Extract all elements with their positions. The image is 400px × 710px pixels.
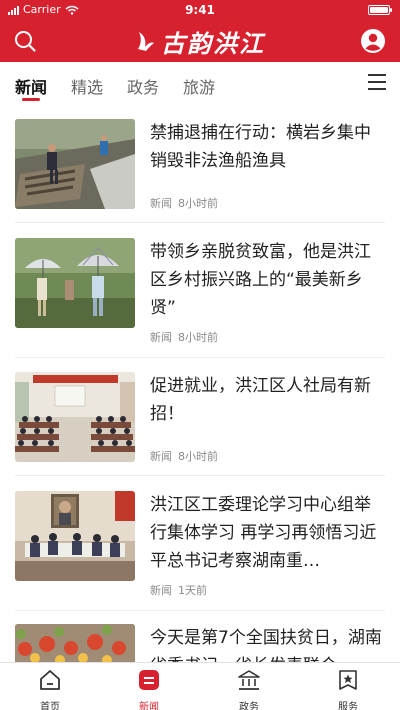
search-icon[interactable] [13,29,37,53]
news-item[interactable]: 促进就业，洪江区人社局有新招！ 新闻 8小时前 [15,372,385,472]
divider [15,475,385,476]
menu-icon[interactable] [368,74,386,90]
nav-service[interactable]: 服务 [318,669,378,710]
news-category: 新闻 [150,197,172,210]
news-time: 1天前 [178,584,207,597]
news-time: 8小时前 [178,197,218,210]
nav-government-label: 政务 [239,702,259,710]
news-title: 带领乡亲脱贫致富，他是洪江区乡村振兴路上的“最美新乡贤” [150,242,371,318]
tab-featured[interactable]: 精选 [71,74,103,98]
clock: 9:41 [185,3,215,17]
service-icon [339,670,357,690]
nav-service-label: 服务 [338,702,358,710]
app-header: 古韵洪江 [0,20,400,62]
news-category: 新闻 [150,450,172,463]
divider [15,222,385,223]
government-icon [238,670,260,690]
logo-text: 古韵洪江 [161,28,265,58]
news-icon [139,670,159,690]
news-time: 8小时前 [178,331,218,344]
news-feed: 禁捕退捕在行动：横岩乡集中销毁非法渔船渔具 新闻 8小时前 带领乡亲脱贫致富，他是… [0,106,400,662]
nav-news-label: 新闻 [139,702,159,710]
news-title: 禁捕退捕在行动：横岩乡集中销毁非法渔船渔具 [150,123,371,171]
news-meta: 新闻 8小时前 [150,329,218,345]
news-item[interactable]: 禁捕退捕在行动：横岩乡集中销毁非法渔船渔具 新闻 8小时前 [15,119,385,219]
nav-home-label: 首页 [40,702,60,710]
news-title: 今天是第7个全国扶贫日，湖南省委书记、省长发表联合… [150,628,382,662]
nav-home[interactable]: 首页 [20,669,80,710]
news-meta: 新闻 1天前 [150,582,207,598]
divider [15,357,385,358]
home-icon [40,670,60,690]
river-boats-photo [15,119,135,209]
news-meta: 新闻 8小时前 [150,448,218,464]
news-item[interactable]: 洪江区工委理论学习中心组举行集体学习 再学习再领悟习近平总书记考察湖南重… 新闻… [15,491,385,611]
news-title: 促进就业，洪江区人社局有新招！ [150,376,371,424]
category-tabs: 新闻 精选 政务 旅游 [0,62,400,106]
fruit-market-photo [15,624,135,662]
bottom-nav: 首页 新闻 政务 服务 [0,662,400,710]
conference-room-photo [15,491,135,581]
news-category: 新闻 [150,331,172,344]
battery-icon [368,5,392,15]
tab-government[interactable]: 政务 [127,74,159,98]
news-meta: 新闻 8小时前 [150,195,218,211]
user-icon[interactable] [360,28,386,54]
tab-active-indicator [22,98,40,101]
umbrellas-orchard-photo [15,238,135,328]
news-time: 8小时前 [178,450,218,463]
logo-mark-icon [138,32,154,51]
news-item[interactable]: 带领乡亲脱贫致富，他是洪江区乡村振兴路上的“最美新乡贤” 新闻 8小时前 [15,238,385,358]
news-item[interactable]: 今天是第7个全国扶贫日，湖南省委书记、省长发表联合… [15,624,385,662]
divider [15,610,385,611]
news-category: 新闻 [150,584,172,597]
meeting-hall-photo [15,372,135,462]
tab-news[interactable]: 新闻 [15,74,47,98]
app-logo: 古韵洪江 [118,24,282,58]
nav-news[interactable]: 新闻 [119,669,179,710]
tab-tourism[interactable]: 旅游 [183,74,215,98]
news-title: 洪江区工委理论学习中心组举行集体学习 再学习再领悟习近平总书记考察湖南重… [150,495,377,571]
nav-government[interactable]: 政务 [219,669,279,710]
battery-level [370,7,388,13]
top-bar: Carrier 9:41 古韵洪江 [0,0,400,62]
status-bar: Carrier 9:41 [0,0,400,20]
